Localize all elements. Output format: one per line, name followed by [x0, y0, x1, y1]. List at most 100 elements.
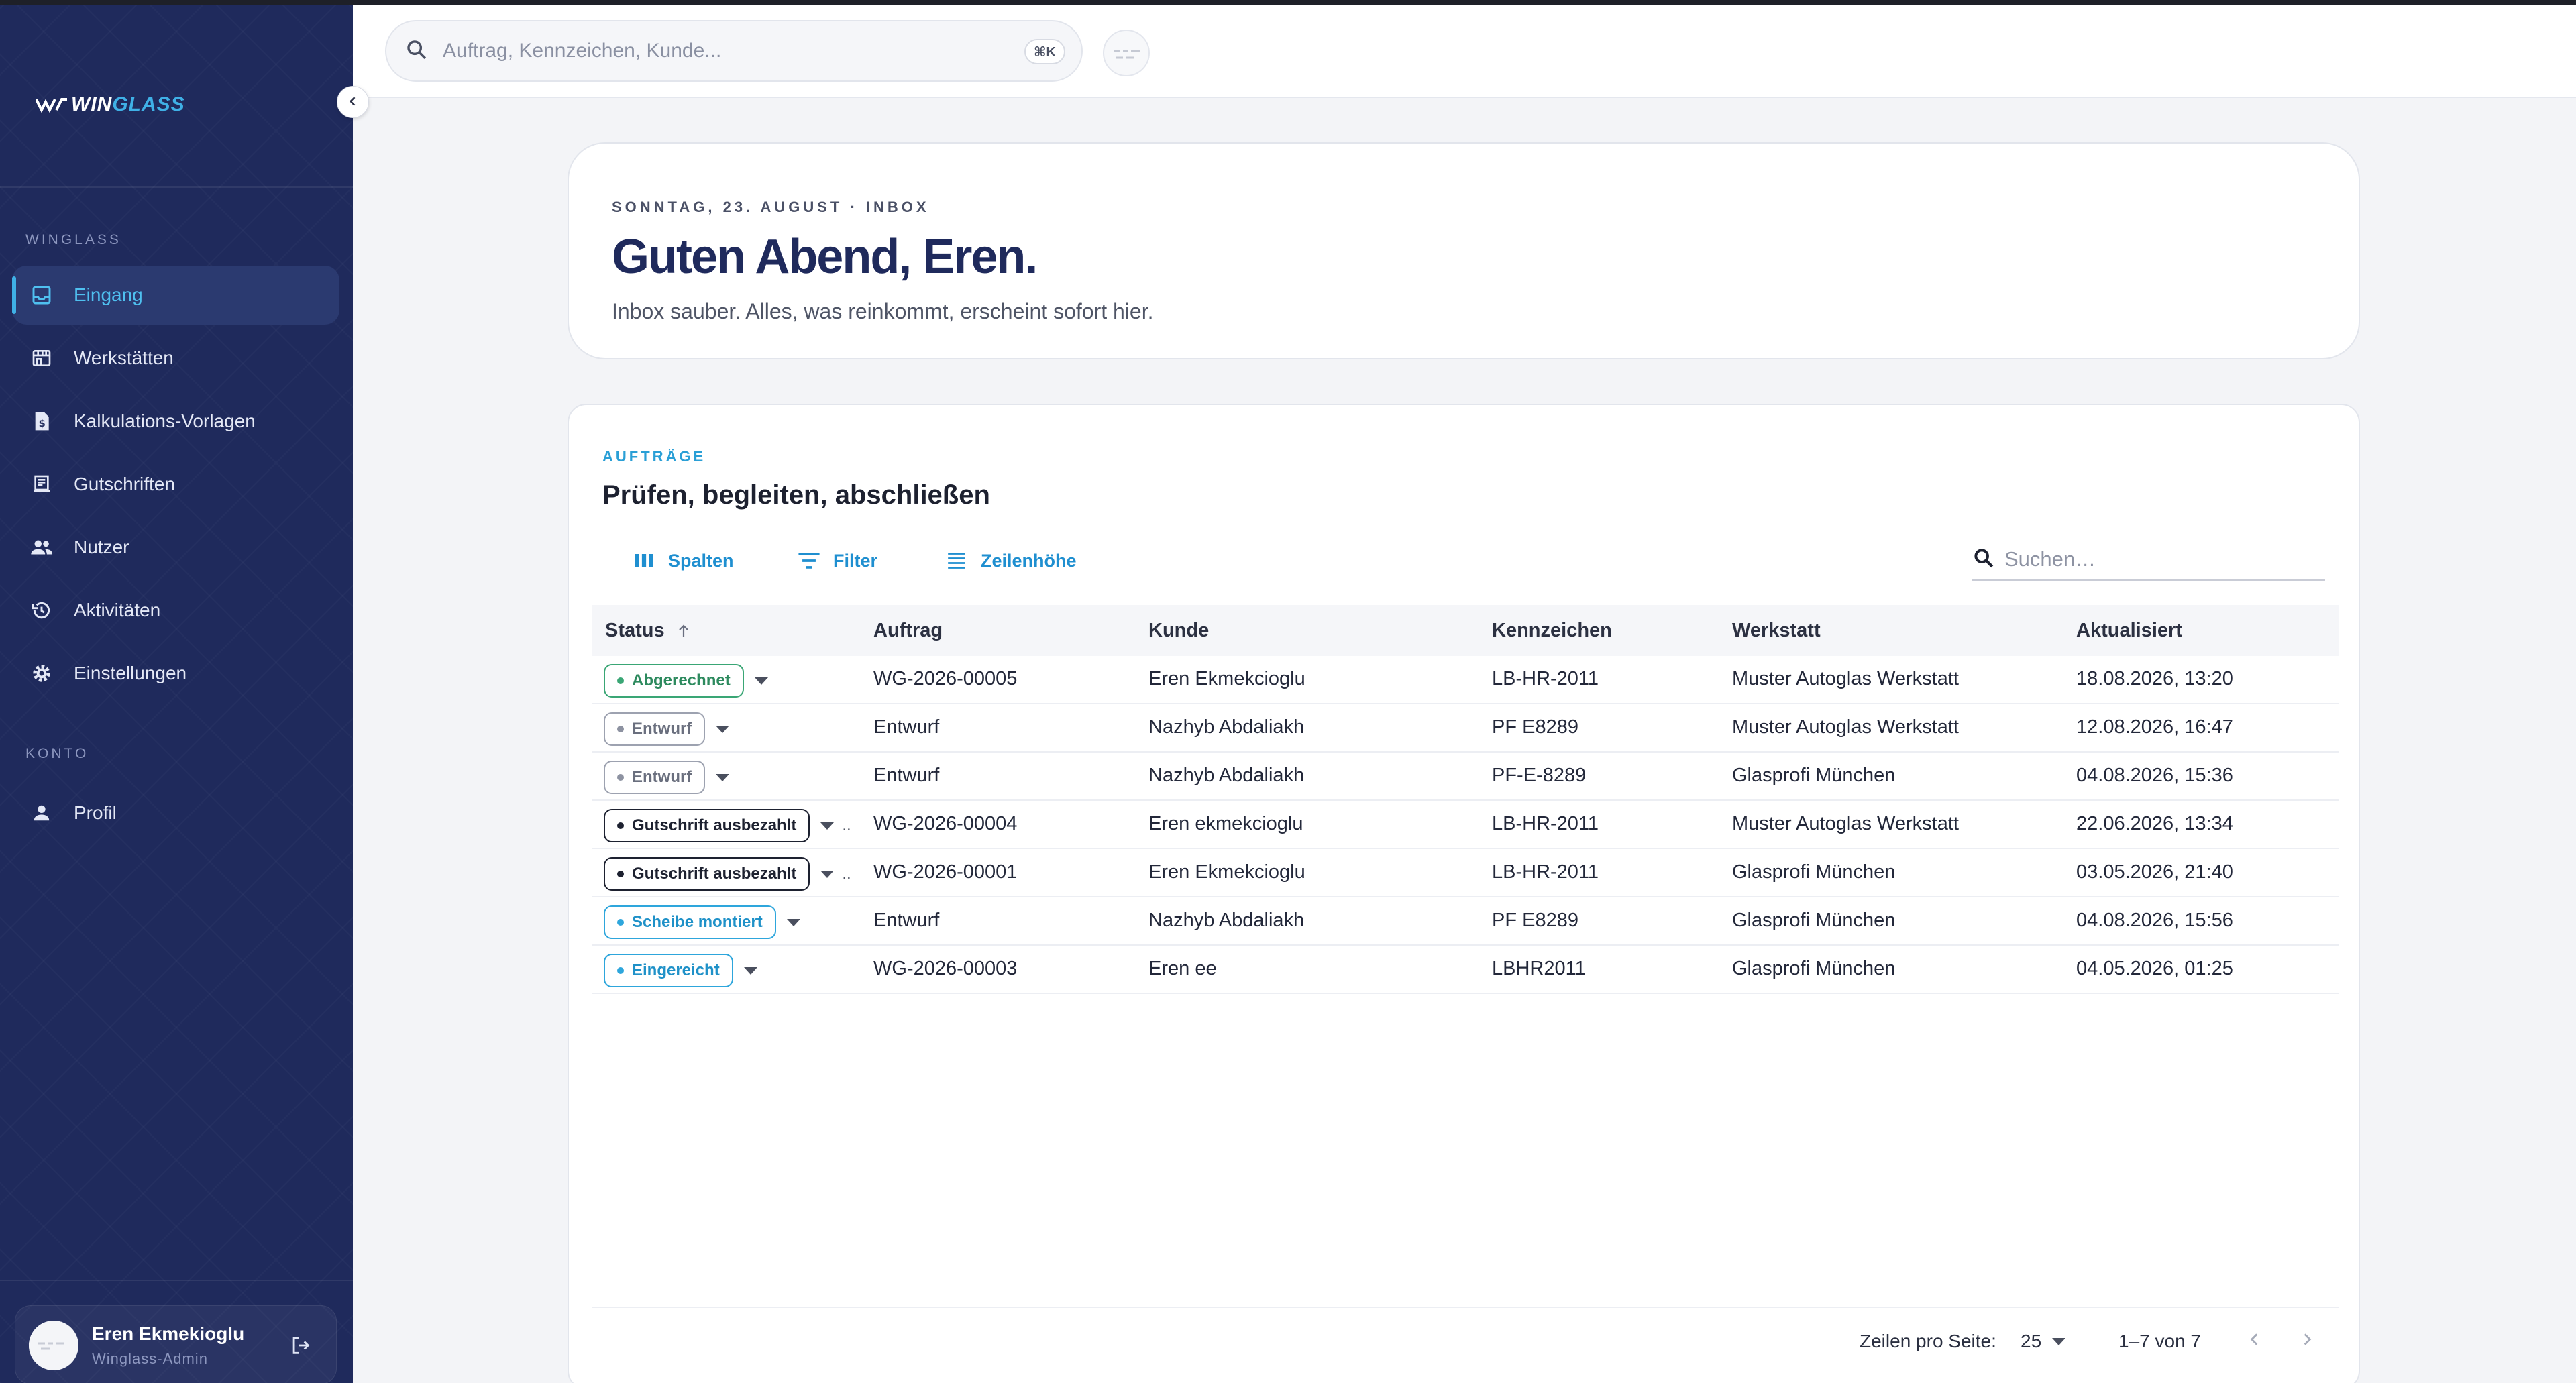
sidebar-item-label: Kalkulations-Vorlagen	[74, 410, 256, 431]
cell-auftrag: WG-2026-00001	[873, 861, 1018, 883]
rows-per-page-select[interactable]: 25	[2021, 1331, 2066, 1352]
avatar[interactable]	[1103, 30, 1150, 76]
overflow-ellipsis: ..	[842, 816, 851, 834]
sidebar-item-eingang[interactable]: Eingang	[12, 266, 339, 325]
column-header-auftrag[interactable]: Auftrag	[873, 620, 943, 642]
rows-per-page-value: 25	[2021, 1331, 2042, 1351]
user-card[interactable]: Eren Ekmekioglu Winglass-Admin	[15, 1305, 337, 1383]
cell-kunde: Eren Ekmekcioglu	[1148, 668, 1305, 689]
filter-button[interactable]: Filter	[797, 542, 877, 579]
section-title: Prüfen, begleiten, abschließen	[602, 480, 990, 510]
sidebar-divider	[0, 186, 353, 188]
sidebar-item-label: Werkstätten	[74, 347, 174, 368]
status-dropdown-icon[interactable]	[786, 918, 800, 926]
density-button[interactable]: Zeilenhöhe	[945, 542, 1077, 579]
cell-kunde: Nazhyb Abdaliakh	[1148, 909, 1305, 931]
previous-page-button[interactable]	[2246, 1329, 2263, 1356]
user-name: Eren Ekmekioglu	[92, 1323, 245, 1344]
brand-logo[interactable]: WINGLASS	[36, 91, 185, 118]
window-top-edge	[0, 0, 2576, 5]
pagination-range: 1–7 von 7	[2118, 1331, 2201, 1351]
cell-kunde: Eren Ekmekcioglu	[1148, 861, 1305, 883]
sidebar-item-profil[interactable]: Profil	[12, 783, 339, 842]
table-search[interactable]	[1972, 539, 2325, 581]
table-row[interactable]: Eingereicht WG-2026-00003 Eren ee LBHR2011 G…	[592, 946, 2339, 994]
logout-icon[interactable]	[286, 1331, 315, 1360]
gear-icon	[30, 661, 54, 685]
table-row[interactable]: Entwurf Entwurf Nazhyb Abdaliakh PF-E-8289 G…	[592, 753, 2339, 801]
next-page-button[interactable]	[2298, 1329, 2316, 1356]
columns-button[interactable]: Spalten	[632, 542, 734, 579]
status-label: Eingereicht	[632, 961, 720, 979]
status-badge[interactable]: Entwurf	[604, 712, 706, 746]
column-header-werkstatt[interactable]: Werkstatt	[1732, 620, 1821, 642]
cell-kennzeichen: LB-HR-2011	[1492, 813, 1599, 834]
cell-werkstatt: Muster Autoglas Werkstatt	[1732, 813, 1959, 834]
global-search[interactable]: ⌘K	[385, 20, 1083, 82]
status-badge[interactable]: Entwurf	[604, 761, 706, 794]
section-eyebrow: AUFTRÄGE	[602, 448, 706, 465]
sidebar-item-einstellungen[interactable]: Einstellungen	[12, 644, 339, 703]
columns-button-label: Spalten	[668, 550, 734, 571]
columns-icon	[632, 549, 656, 573]
inbox-icon	[30, 283, 54, 307]
status-badge[interactable]: Eingereicht	[604, 954, 733, 987]
status-badge[interactable]: Scheibe montiert	[604, 905, 776, 939]
cell-auftrag: Entwurf	[873, 765, 940, 786]
status-dropdown-icon[interactable]	[716, 773, 730, 781]
status-dropdown-icon[interactable]	[754, 677, 768, 685]
sidebar-item-label: Profil	[74, 802, 117, 823]
status-dropdown-icon[interactable]	[820, 870, 835, 878]
column-header-kennzeichen[interactable]: Kennzeichen	[1492, 620, 1612, 642]
status-dot	[617, 726, 624, 732]
status-badge[interactable]: Gutschrift ausbezahlt	[604, 809, 810, 842]
cell-kennzeichen: LB-HR-2011	[1492, 668, 1599, 689]
cell-kunde: Nazhyb Abdaliakh	[1148, 716, 1305, 738]
table-row[interactable]: Abgerechnet WG-2026-00005 Eren Ekmekcioglu…	[592, 656, 2339, 704]
column-header-aktualisiert[interactable]: Aktualisiert	[2076, 620, 2182, 642]
sidebar: WINGLASS WINGLASS Eingang Werkstätten $ …	[0, 5, 353, 1383]
cell-werkstatt: Muster Autoglas Werkstatt	[1732, 716, 1959, 738]
sidebar-item-gutschriften[interactable]: Gutschriften	[12, 455, 339, 514]
table-row[interactable]: Gutschrift ausbezahlt.. WG-2026-00001 Eren…	[592, 849, 2339, 897]
status-dot	[617, 919, 624, 926]
status-dropdown-icon[interactable]	[716, 725, 730, 733]
status-badge[interactable]: Gutschrift ausbezahlt	[604, 857, 810, 891]
date-line: SONNTAG, 23. AUGUST · INBOX	[612, 199, 930, 215]
column-header-kunde[interactable]: Kunde	[1148, 620, 1209, 642]
orders-card: AUFTRÄGE Prüfen, begleiten, abschließen …	[568, 404, 2360, 1383]
table-search-input[interactable]	[2004, 547, 2313, 571]
cell-kunde: Eren ee	[1148, 958, 1217, 979]
column-header-status[interactable]: Status	[605, 620, 692, 642]
cell-aktualisiert: 04.05.2026, 01:25	[2076, 958, 2233, 979]
table-row[interactable]: Entwurf Entwurf Nazhyb Abdaliakh PF E8289 Mu…	[592, 704, 2339, 753]
status-cell: Abgerechnet	[604, 664, 768, 698]
chevron-right-icon	[2304, 1333, 2312, 1345]
table-footer-divider	[592, 1307, 2339, 1308]
sidebar-item-werkstaetten[interactable]: Werkstätten	[12, 329, 339, 388]
status-dropdown-icon[interactable]	[743, 966, 757, 975]
status-badge[interactable]: Abgerechnet	[604, 664, 744, 698]
table-row[interactable]: Scheibe montiert Entwurf Nazhyb Abdaliakh P…	[592, 897, 2339, 946]
cell-auftrag: WG-2026-00004	[873, 813, 1018, 834]
cell-kennzeichen: PF E8289	[1492, 716, 1578, 738]
cell-aktualisiert: 04.08.2026, 15:56	[2076, 909, 2233, 931]
status-dot	[617, 967, 624, 974]
status-label: Entwurf	[632, 768, 692, 786]
status-cell: Gutschrift ausbezahlt..	[604, 857, 851, 891]
collapse-sidebar-button[interactable]	[337, 86, 369, 118]
page-title: Guten Abend, Eren.	[612, 230, 1038, 284]
cell-werkstatt: Glasprofi München	[1732, 765, 1896, 786]
cell-kennzeichen: PF-E-8289	[1492, 765, 1587, 786]
status-dot	[617, 677, 624, 684]
sidebar-item-aktivitaeten[interactable]: Aktivitäten	[12, 581, 339, 640]
status-dot	[617, 774, 624, 781]
table-row[interactable]: Gutschrift ausbezahlt.. WG-2026-00004 Eren…	[592, 801, 2339, 849]
sidebar-item-kalkulations-vorlagen[interactable]: $ Kalkulations-Vorlagen	[12, 392, 339, 451]
cell-werkstatt: Glasprofi München	[1732, 861, 1896, 883]
status-cell: Entwurf	[604, 761, 730, 794]
sidebar-item-nutzer[interactable]: Nutzer	[12, 518, 339, 577]
status-dropdown-icon[interactable]	[820, 822, 835, 830]
search-input[interactable]	[443, 40, 1020, 62]
cell-aktualisiert: 04.08.2026, 15:36	[2076, 765, 2233, 786]
